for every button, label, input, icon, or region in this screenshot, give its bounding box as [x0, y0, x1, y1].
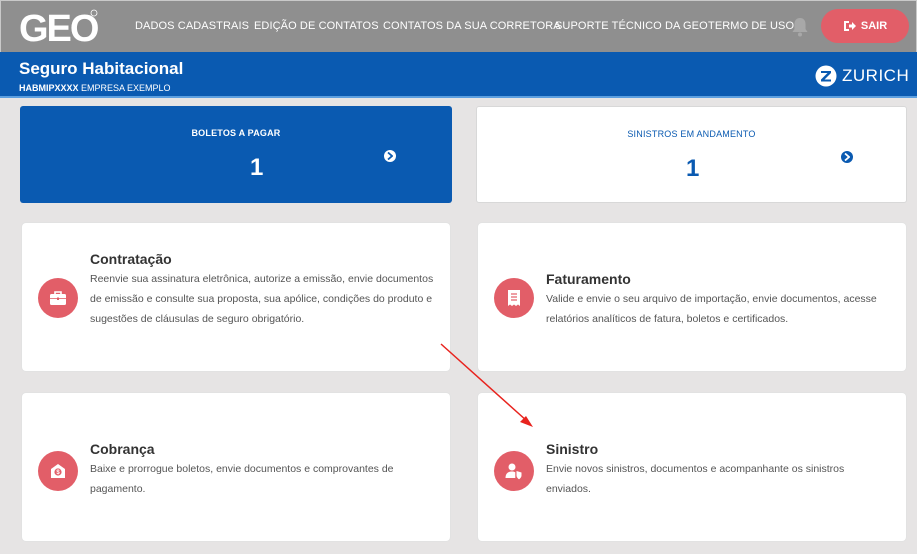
- zurich-logo: ZURICH: [815, 63, 909, 89]
- logout-label: SAIR: [860, 20, 888, 32]
- card-sinistro[interactable]: Sinistro Envie novos sinistros, document…: [477, 392, 907, 542]
- card-cobranca[interactable]: $ Cobrança Baixe e prorrogue boletos, en…: [21, 392, 451, 542]
- summary-count: 1: [686, 155, 700, 182]
- summary-sinistros-em-andamento[interactable]: SINISTROS EM ANDAMENTO 1: [476, 106, 907, 203]
- chevron-right-icon[interactable]: [384, 150, 396, 162]
- card-title: Cobrança: [90, 441, 155, 457]
- card-description: Baixe e prorrogue boletos, envie documen…: [90, 463, 394, 495]
- card-faturamento[interactable]: Faturamento Valide e envie o seu arquivo…: [477, 222, 907, 372]
- briefcase-icon: [38, 278, 78, 318]
- svg-text:GEO: GEO: [19, 8, 98, 46]
- dollar-invoice-icon: $: [38, 451, 78, 491]
- summary-count: 1: [250, 154, 264, 181]
- card-description: Valide e envie o seu arquivo de importaç…: [546, 293, 877, 325]
- summary-label: SINISTROS EM ANDAMENTO: [627, 129, 756, 139]
- chevron-right-icon[interactable]: [841, 151, 853, 163]
- geo-logo[interactable]: GEO: [19, 8, 99, 46]
- logout-icon: [843, 21, 856, 31]
- receipt-icon: [494, 278, 534, 318]
- bell-icon[interactable]: [791, 17, 809, 37]
- product-title: Seguro Habitacional: [19, 59, 184, 78]
- company-name: EMPRESA EXEMPLO: [81, 83, 171, 93]
- nav-suporte-tecnico[interactable]: SUPORTE TÉCNICO DA GEO: [555, 20, 708, 32]
- card-description: Envie novos sinistros, documentos e acom…: [546, 463, 845, 495]
- card-contratacao[interactable]: Contratação Reenvie sua assinatura eletr…: [21, 222, 451, 372]
- logout-button[interactable]: SAIR: [821, 9, 909, 43]
- product-code: HABMIPXXXX: [19, 83, 79, 93]
- zurich-z-icon: [815, 65, 837, 87]
- nav-dados-cadastrais[interactable]: DADOS CADASTRAIS: [135, 20, 249, 32]
- zurich-wordmark: ZURICH: [842, 66, 910, 85]
- card-description: Reenvie sua assinatura eletrônica, autor…: [90, 273, 434, 325]
- nav-contatos-corretora[interactable]: CONTATOS DA SUA CORRETORA: [383, 20, 561, 32]
- person-shield-icon: [494, 451, 534, 491]
- card-title: Contratação: [90, 251, 172, 267]
- product-subtitle: HABMIPXXXX EMPRESA EXEMPLO: [19, 83, 171, 93]
- nav-termo-de-uso[interactable]: TERMO DE USO: [708, 20, 794, 32]
- card-title: Sinistro: [546, 441, 599, 457]
- card-title: Faturamento: [546, 271, 631, 287]
- product-bar: Seguro Habitacional HABMIPXXXX EMPRESA E…: [0, 52, 917, 98]
- summary-boletos-a-pagar[interactable]: BOLETOS A PAGAR 1: [20, 106, 452, 203]
- nav-edicao-de-contatos[interactable]: EDIÇÃO DE CONTATOS: [254, 20, 379, 32]
- top-navigation-bar: GEO DADOS CADASTRAIS EDIÇÃO DE CONTATOS …: [0, 0, 917, 52]
- summary-label: BOLETOS A PAGAR: [191, 128, 281, 138]
